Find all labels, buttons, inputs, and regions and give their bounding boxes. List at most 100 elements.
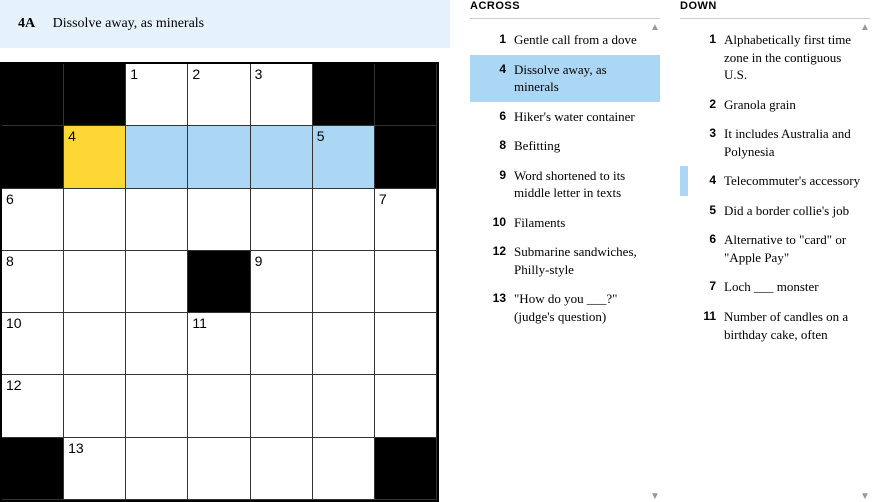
cell-number: 12 xyxy=(6,377,22,393)
grid-cell[interactable]: 4 xyxy=(64,126,126,188)
grid-cell[interactable] xyxy=(126,438,188,500)
clue-number: 12 xyxy=(484,243,506,259)
clue-text: Alphabetically first time zone in the co… xyxy=(724,31,862,84)
grid-cell[interactable] xyxy=(375,375,437,437)
clue-item[interactable]: 6Hiker's water container xyxy=(470,102,660,132)
grid-cell[interactable]: 9 xyxy=(251,251,313,313)
clue-number: 9 xyxy=(484,167,506,183)
clue-number: 4 xyxy=(694,172,716,188)
grid-cell[interactable] xyxy=(188,438,250,500)
scroll-down-icon: ▼ xyxy=(860,491,872,502)
clue-item[interactable]: 5 Did a border collie's job xyxy=(680,196,870,226)
clue-number: 4 xyxy=(484,61,506,77)
across-panel: ACROSS 1Gentle call from a dove4Dissolve… xyxy=(470,0,660,502)
grid-cell[interactable] xyxy=(251,438,313,500)
grid-cell-black xyxy=(2,126,64,188)
grid-cell[interactable] xyxy=(313,251,375,313)
grid-cell[interactable] xyxy=(313,313,375,375)
cell-number: 8 xyxy=(6,253,14,269)
clue-item[interactable]: 9 Word shortened to its middle letter in … xyxy=(470,161,660,208)
clue-item[interactable]: 8Befitting xyxy=(470,131,660,161)
clue-item[interactable]: 6 Alternative to "card" or "Apple Pay" xyxy=(680,225,870,272)
clue-item[interactable]: 3It includes Australia and Polynesia xyxy=(680,119,870,166)
clue-item[interactable]: 11Number of candles on a birthday cake, … xyxy=(680,302,870,349)
clue-number: 5 xyxy=(694,202,716,218)
clue-text: "How do you ___?" (judge's question) xyxy=(514,290,652,325)
grid-cell-black xyxy=(375,64,437,126)
down-heading: DOWN xyxy=(680,0,870,19)
clue-text: Alternative to "card" or "Apple Pay" xyxy=(724,231,862,266)
grid-cell[interactable] xyxy=(126,313,188,375)
clue-item[interactable]: 10Filaments xyxy=(470,208,660,238)
grid-cell[interactable] xyxy=(313,189,375,251)
clue-text: Number of candles on a birthday cake, of… xyxy=(724,308,862,343)
clue-text: Dissolve away, as minerals xyxy=(514,61,652,96)
grid-cell[interactable]: 1 xyxy=(126,64,188,126)
clue-item[interactable]: 4 Dissolve away, as minerals xyxy=(470,55,660,102)
clue-number: 13 xyxy=(484,290,506,306)
clue-text: Word shortened to its middle letter in t… xyxy=(514,167,652,202)
grid-cell[interactable]: 8 xyxy=(2,251,64,313)
clue-number: 1 xyxy=(484,31,506,47)
grid-cell[interactable]: 2 xyxy=(188,64,250,126)
grid-cell[interactable] xyxy=(64,313,126,375)
grid-cell[interactable] xyxy=(64,189,126,251)
grid-cell[interactable] xyxy=(313,438,375,500)
grid-cell[interactable]: 7 xyxy=(375,189,437,251)
grid-cell[interactable] xyxy=(251,126,313,188)
clue-item[interactable]: 12Submarine sandwiches, Philly-style xyxy=(470,237,660,284)
grid-cell-black xyxy=(375,438,437,500)
grid-cell-black xyxy=(2,64,64,126)
clue-text: Befitting xyxy=(514,137,652,155)
clue-text: Did a border collie's job xyxy=(724,202,862,220)
grid-cell[interactable]: 6 xyxy=(2,189,64,251)
grid-cell[interactable]: 11 xyxy=(188,313,250,375)
grid-cell[interactable]: 3 xyxy=(251,64,313,126)
clue-number: 6 xyxy=(694,231,716,247)
cell-number: 9 xyxy=(255,253,263,269)
clue-number: 6 xyxy=(484,108,506,124)
grid-cell[interactable]: 12 xyxy=(2,375,64,437)
clue-text: Gentle call from a dove xyxy=(514,31,652,49)
grid-cell[interactable]: 10 xyxy=(2,313,64,375)
grid-cell[interactable]: 13 xyxy=(64,438,126,500)
clue-item[interactable]: 4Telecommuter's accessory xyxy=(680,166,870,196)
grid-cell[interactable] xyxy=(251,189,313,251)
grid-cell[interactable] xyxy=(251,375,313,437)
grid-cell[interactable] xyxy=(188,189,250,251)
crossword-grid[interactable]: 12345678910111213 xyxy=(0,62,439,502)
clue-item[interactable]: 2Granola grain xyxy=(680,90,870,120)
clue-number: 3 xyxy=(694,125,716,141)
cell-number: 7 xyxy=(379,191,387,207)
clue-item[interactable]: 7Loch ___ monster xyxy=(680,272,870,302)
grid-cell[interactable] xyxy=(64,375,126,437)
grid-cell[interactable] xyxy=(126,251,188,313)
grid-cell[interactable] xyxy=(64,251,126,313)
clue-number: 1 xyxy=(694,31,716,47)
grid-cell[interactable] xyxy=(188,126,250,188)
cell-number: 4 xyxy=(68,128,76,144)
grid-cell[interactable] xyxy=(188,375,250,437)
down-panel: DOWN 1 Alphabetically first time zone in … xyxy=(680,0,870,502)
grid-cell[interactable] xyxy=(251,313,313,375)
clue-item[interactable]: 1 Gentle call from a dove xyxy=(470,25,660,55)
grid-cell[interactable] xyxy=(375,313,437,375)
across-clue-list[interactable]: 1 Gentle call from a dove 4 Dissolve away, … xyxy=(470,25,660,332)
clue-number: 2 xyxy=(694,96,716,112)
cell-number: 3 xyxy=(255,66,263,82)
clue-item[interactable]: 13 "How do you ___?" (judge's question) xyxy=(470,284,660,331)
cell-number: 1 xyxy=(130,66,138,82)
grid-cell[interactable] xyxy=(313,375,375,437)
current-clue-text: Dissolve away, as minerals xyxy=(53,16,205,31)
down-clue-list[interactable]: 1 Alphabetically first time zone in the c… xyxy=(680,25,870,349)
grid-cell[interactable] xyxy=(375,251,437,313)
grid-cell[interactable] xyxy=(126,126,188,188)
cell-number: 6 xyxy=(6,191,14,207)
grid-cell-black xyxy=(375,126,437,188)
grid-cell[interactable] xyxy=(126,375,188,437)
clue-number: 7 xyxy=(694,278,716,294)
grid-cell[interactable] xyxy=(126,189,188,251)
clue-panels: ACROSS 1Gentle call from a dove4Dissolve… xyxy=(470,0,875,502)
clue-item[interactable]: 1 Alphabetically first time zone in the c… xyxy=(680,25,870,90)
grid-cell[interactable]: 5 xyxy=(313,126,375,188)
